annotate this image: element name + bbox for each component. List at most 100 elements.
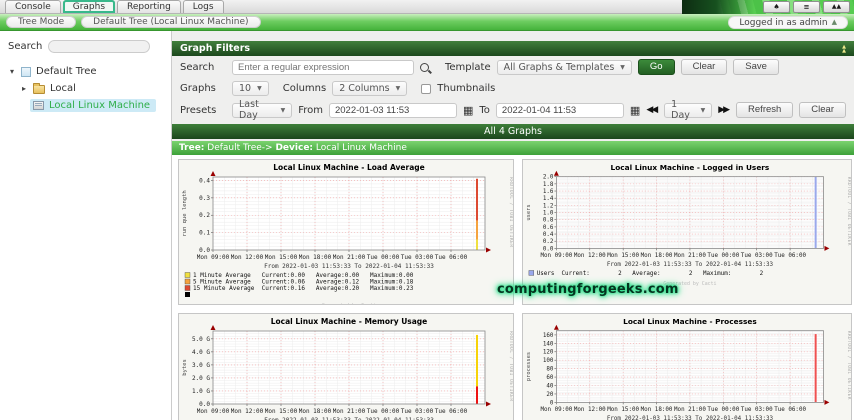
- graphs-count-select[interactable]: 10 ▼: [232, 81, 269, 96]
- clear-button[interactable]: Clear: [680, 59, 728, 75]
- svg-text:1.2: 1.2: [543, 203, 554, 209]
- to-date-input[interactable]: [495, 102, 624, 118]
- tree-item-label-selected: Local Linux Machine: [49, 100, 151, 111]
- shift-select-value: 1 Day: [671, 99, 690, 121]
- svg-text:Mon 12:00: Mon 12:00: [231, 254, 264, 261]
- svg-text:Mon 09:00: Mon 09:00: [197, 254, 230, 261]
- svg-text:Mon 12:00: Mon 12:00: [574, 407, 606, 413]
- graph-image[interactable]: 0.0 0.1 0.2 0.3 0.4 Mon 09:00 Mon 12:00 Mon 15:…: [179, 160, 513, 305]
- svg-text:1.0: 1.0: [543, 211, 554, 217]
- shift-forward-icon[interactable]: ▶▶: [718, 105, 730, 115]
- svg-text:From 2022-01-03 11:53:33 To 20: From 2022-01-03 11:53:33 To 2022-01-04 1…: [607, 416, 774, 420]
- collapse-chevrons-icon[interactable]: ▲ ▲: [842, 44, 846, 53]
- calendar-icon[interactable]: ▦: [630, 105, 640, 116]
- tree-view-icon[interactable]: ♠: [763, 1, 790, 13]
- svg-text:Tue 06:00: Tue 06:00: [774, 407, 806, 413]
- graph-filters-header: Graph Filters ▲ ▲: [172, 41, 854, 56]
- from-date-input[interactable]: [328, 102, 457, 118]
- svg-text:140: 140: [543, 341, 554, 347]
- template-select[interactable]: All Graphs & Templates ▼: [496, 59, 632, 75]
- svg-text:1.4: 1.4: [543, 196, 554, 202]
- presets-select-value: Last Day: [239, 99, 259, 121]
- search-icon[interactable]: [420, 62, 429, 72]
- calendar-icon[interactable]: ▦: [463, 105, 473, 116]
- svg-text:Users Current: 2 Ave: Users Current: 2 Average: 2 Maximum: 2: [537, 271, 764, 277]
- tree-device-bar: Tree: Default Tree-> Device: Local Linux…: [172, 141, 854, 155]
- tree-sidebar: Search ▾ Default Tree ▸ Local Local Linu…: [0, 31, 172, 420]
- user-menu[interactable]: Logged in as admin ▲: [728, 16, 848, 29]
- expander-closed-icon[interactable]: ▸: [20, 84, 28, 93]
- svg-text:0.3: 0.3: [199, 195, 210, 202]
- graph-image[interactable]: 020406080100120140160Mon 09:00 Mon 12:00 M…: [523, 314, 851, 420]
- presets-select[interactable]: Last Day ▼: [232, 99, 293, 121]
- preview-view-icon[interactable]: ▲▲: [823, 1, 850, 13]
- chevron-down-icon: ▼: [620, 63, 625, 71]
- chevron-down-icon: ▼: [700, 106, 706, 114]
- svg-text:0.0: 0.0: [543, 246, 554, 252]
- tree-item-local[interactable]: ▸ Local: [0, 80, 171, 97]
- breadcrumb-path[interactable]: Default Tree (Local Linux Machine): [81, 16, 261, 28]
- graph-load-average[interactable]: 0.0 0.1 0.2 0.3 0.4 Mon 09:00 Mon 12:00 Mon 15:…: [178, 159, 514, 305]
- graph-processes[interactable]: 0 20 40 60 80 100 120 140 160 Mon 09:00 Mon 12:00 M…: [522, 313, 852, 420]
- refresh-button[interactable]: Refresh: [736, 102, 794, 118]
- save-button[interactable]: Save: [733, 59, 779, 75]
- svg-text:Mon 21:00: Mon 21:00: [674, 407, 706, 413]
- svg-text:RRDTOOL / TOBI OETIKER: RRDTOOL / TOBI OETIKER: [508, 331, 513, 402]
- svg-text:Mon 18:00: Mon 18:00: [641, 253, 673, 259]
- main-content: Graph Filters ▲▲ Search Template All Gra…: [172, 31, 854, 420]
- svg-text:Tue 00:00: Tue 00:00: [367, 254, 400, 261]
- filter-row-graphs: Graphs 10 ▼ Columns 2 Columns ▼ Thumbnai…: [172, 78, 854, 99]
- tab-console[interactable]: Console: [5, 0, 61, 13]
- svg-text:run que length: run que length: [182, 190, 188, 236]
- svg-text:Mon 15:00: Mon 15:00: [607, 407, 639, 413]
- shift-select[interactable]: 1 Day ▼: [664, 99, 713, 121]
- user-menu-label: Logged in as admin: [739, 17, 828, 28]
- graph-memory-usage[interactable]: 0.0 1.0 G 2.0 G 3.0 G 4.0 G 5.0 G Mon 09:00 Mon…: [178, 313, 514, 420]
- svg-text:0.0: 0.0: [199, 401, 210, 408]
- svg-text:Mon 18:00: Mon 18:00: [299, 254, 332, 261]
- svg-text:users: users: [526, 204, 532, 220]
- tree-item-default-tree[interactable]: ▾ Default Tree: [0, 63, 171, 80]
- template-select-value: All Graphs & Templates: [503, 61, 615, 73]
- chevron-down-icon: ▼: [257, 85, 262, 92]
- svg-text:15 Minute Average Current:0.1: 15 Minute Average Current:0.16 Average:0…: [193, 285, 414, 292]
- go-button[interactable]: Go: [637, 59, 675, 75]
- regex-search-input[interactable]: [232, 59, 414, 75]
- graph-image[interactable]: 0.01.0 G2.0 G3.0 G4.0 G5.0 GMon 09:00 Mon…: [179, 314, 513, 420]
- svg-text:Mon 09:00: Mon 09:00: [540, 407, 572, 413]
- svg-text:2.0: 2.0: [543, 175, 554, 181]
- list-view-icon[interactable]: ≡: [793, 1, 820, 13]
- svg-text:Mon 18:00: Mon 18:00: [641, 407, 673, 413]
- columns-select[interactable]: 2 Columns ▼: [332, 81, 408, 96]
- svg-text:Tue 06:00: Tue 06:00: [435, 408, 468, 415]
- expander-open-icon[interactable]: ▾: [8, 67, 16, 76]
- shift-back-icon[interactable]: ◀◀: [646, 105, 658, 115]
- tab-graphs[interactable]: Graphs: [62, 0, 116, 13]
- tab-reporting[interactable]: Reporting: [117, 0, 181, 13]
- svg-text:4.0 G: 4.0 G: [192, 349, 210, 356]
- tree-item-local-linux-machine[interactable]: Local Linux Machine: [0, 97, 171, 114]
- svg-text:Tue 06:00: Tue 06:00: [435, 254, 468, 261]
- chevron-down-icon: ▼: [280, 106, 286, 114]
- sidebar-search-input[interactable]: [48, 40, 151, 53]
- svg-text:0.2: 0.2: [199, 212, 210, 219]
- thumbnails-label: Thumbnails: [437, 83, 496, 94]
- clear-presets-button[interactable]: Clear: [799, 102, 846, 118]
- svg-text:1.6: 1.6: [543, 189, 554, 195]
- svg-text:Mon 21:00: Mon 21:00: [333, 254, 366, 261]
- presets-label: Presets: [180, 104, 217, 116]
- svg-text:Mon 12:00: Mon 12:00: [231, 408, 264, 415]
- svg-text:Mon 15:00: Mon 15:00: [607, 253, 639, 259]
- breadcrumb-tree-mode[interactable]: Tree Mode: [6, 16, 77, 28]
- svg-text:processes: processes: [526, 352, 532, 381]
- svg-text:Local Linux Machine - Memory U: Local Linux Machine - Memory Usage: [271, 317, 428, 326]
- svg-text:Local Linux Machine - Load Ave: Local Linux Machine - Load Average: [273, 163, 424, 172]
- svg-text:100: 100: [543, 358, 554, 364]
- columns-label: Columns: [282, 83, 327, 94]
- svg-text:1.8: 1.8: [543, 182, 554, 188]
- tab-logs[interactable]: Logs: [182, 0, 224, 13]
- svg-text:RRDTOOL / TOBI OETIKER: RRDTOOL / TOBI OETIKER: [508, 177, 513, 248]
- thumbnails-checkbox[interactable]: [421, 83, 432, 94]
- device-icon: [33, 101, 44, 110]
- svg-text:Tue 00:00: Tue 00:00: [707, 253, 739, 259]
